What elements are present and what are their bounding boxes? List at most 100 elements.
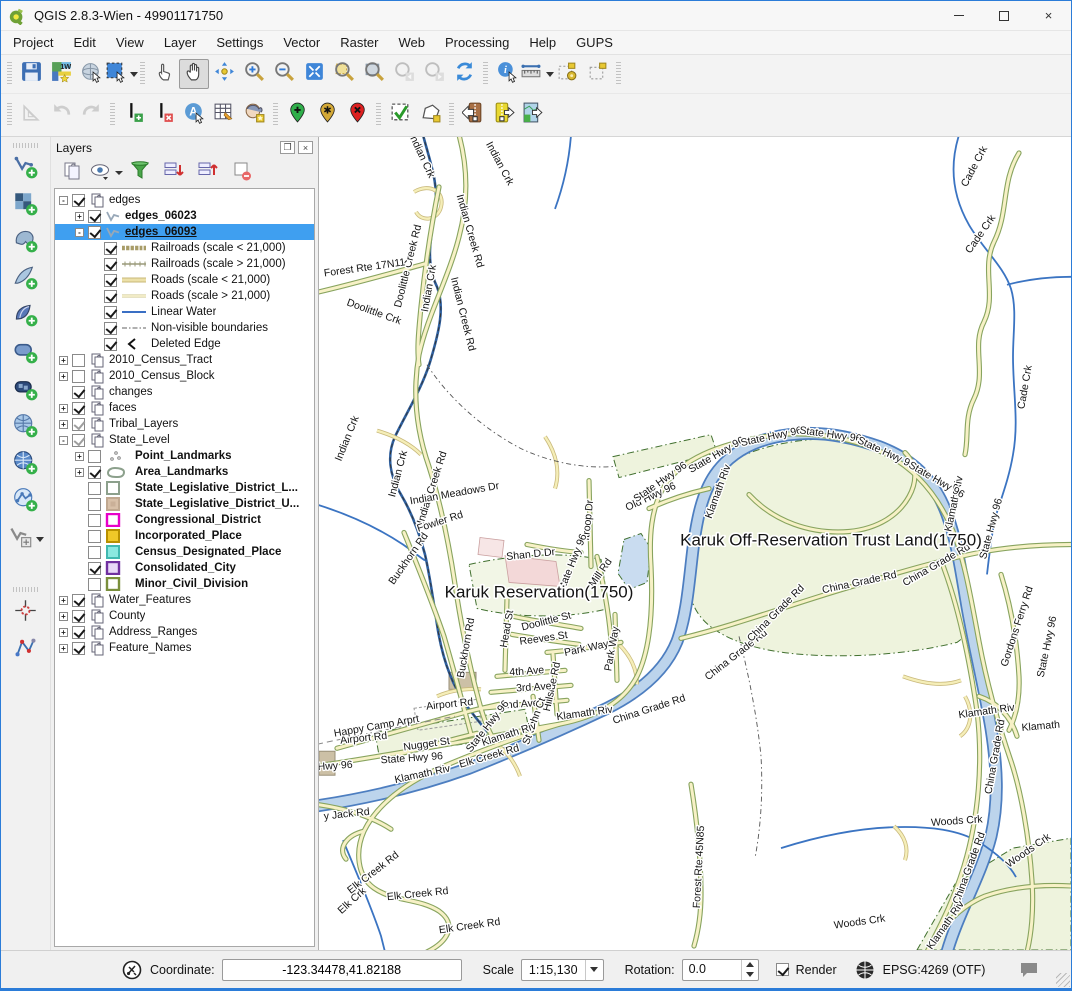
map-composer-button[interactable]: 1W [46,59,76,89]
expander-plus-icon[interactable]: + [75,452,84,461]
export-zip-button[interactable] [488,100,518,130]
menu-gups[interactable]: GUPS [566,32,623,53]
layer-row-census-designated-place[interactable]: Census_Designated_Place [55,544,314,560]
touch-zoom-button[interactable] [149,59,179,89]
render-checkbox[interactable] [776,963,789,976]
log-messages-icon[interactable] [1018,959,1040,981]
layer-row-state-level[interactable]: -State_Level [55,432,314,448]
identify-features-button[interactable]: i [492,59,522,89]
add-wfs-layer-button[interactable] [9,485,43,519]
menu-view[interactable]: View [106,32,154,53]
chevron-down-icon[interactable] [36,537,44,542]
expand-all-button[interactable] [161,160,187,186]
panel-close-button[interactable]: × [298,141,313,154]
layer-row-point-landmarks[interactable]: +Point_Landmarks [55,448,314,464]
expander-plus-icon[interactable]: + [59,596,68,605]
save-project-button[interactable] [16,59,46,89]
redo-button[interactable] [76,100,106,130]
delete-linear-feature-button[interactable] [149,100,179,130]
edit-attributes-button[interactable] [209,100,239,130]
add-group-button[interactable] [59,160,85,186]
expander-minus-icon[interactable]: - [75,228,84,237]
layer-checkbox[interactable] [104,274,117,287]
layer-checkbox[interactable] [104,322,117,335]
layer-checkbox[interactable] [72,386,85,399]
add-mssql-layer-button[interactable] [9,300,43,334]
crs-status[interactable]: EPSG:4269 (OTF) [883,963,986,977]
layer-checkbox[interactable] [72,610,85,623]
layer-row-linear-water[interactable]: Linear Water [55,304,314,320]
menu-project[interactable]: Project [3,32,63,53]
new-shapefile-layer-button[interactable] [9,522,43,556]
filter-legend-button[interactable] [127,160,153,186]
layer-row-water-features[interactable]: +Water_Features [55,592,314,608]
layer-checkbox[interactable] [88,210,101,223]
spin-down-button[interactable] [742,970,758,980]
expander-plus-icon[interactable]: + [59,644,68,653]
scale-combo[interactable]: 1:15,130 [521,959,604,981]
layer-row-minor-civil-division[interactable]: Minor_Civil_Division [55,576,314,592]
layer-row-faces[interactable]: +faces [55,400,314,416]
collapse-all-button[interactable] [195,160,221,186]
layer-checkbox[interactable] [88,546,101,559]
menu-layer[interactable]: Layer [154,32,207,53]
layer-checkbox[interactable] [104,306,117,319]
layer-checkbox[interactable] [72,642,85,655]
layer-checkbox[interactable] [72,402,85,415]
layer-row-edges-06093[interactable]: -edges_06093 [55,224,314,240]
close-button[interactable]: × [1026,1,1071,31]
zoom-next-button[interactable] [419,59,449,89]
person-edit-button[interactable] [239,100,269,130]
layer-checkbox[interactable] [88,562,101,575]
zoom-out-button[interactable] [269,59,299,89]
undo-button[interactable] [46,100,76,130]
label-tool-button[interactable]: A [179,100,209,130]
pan-to-selection-button[interactable] [209,59,239,89]
chevron-down-icon[interactable] [585,960,603,980]
edit-area-feature-button[interactable] [415,100,445,130]
layer-checkbox[interactable] [88,226,101,239]
zoom-to-selection-button[interactable] [329,59,359,89]
expander-plus-icon[interactable]: + [59,420,68,429]
maximize-button[interactable] [981,1,1026,31]
resize-grip[interactable] [1056,973,1070,987]
coordinate-input[interactable] [222,959,462,981]
delete-point-feature-button[interactable] [342,100,372,130]
menu-raster[interactable]: Raster [330,32,388,53]
add-wms-layer-button[interactable] [9,411,43,445]
menu-edit[interactable]: Edit [63,32,105,53]
advanced-digitizing-button[interactable] [9,633,43,667]
layer-row-edges-06023[interactable]: +edges_06023 [55,208,314,224]
zoom-in-button[interactable] [239,59,269,89]
menu-vector[interactable]: Vector [273,32,330,53]
expander-plus-icon[interactable]: + [75,468,84,477]
measure-button[interactable] [522,59,552,89]
expander-plus-icon[interactable]: + [59,356,68,365]
layer-row-2010-census-block[interactable]: +2010_Census_Block [55,368,314,384]
expander-plus-icon[interactable]: + [75,212,84,221]
modify-point-feature-button[interactable] [312,100,342,130]
layer-row-deleted-edge[interactable]: Deleted Edge [55,336,314,352]
layer-row-railroads-scale-21-000[interactable]: Railroads (scale < 21,000) [55,240,314,256]
layer-row-railroads-scale-21-000[interactable]: Railroads (scale > 21,000) [55,256,314,272]
add-oracle-layer-button[interactable] [9,337,43,371]
layer-checkbox[interactable] [104,338,117,351]
crs-globe-icon[interactable] [854,959,876,981]
panel-float-button[interactable]: ❐ [280,141,295,154]
layer-checkbox[interactable] [104,290,117,303]
new-bookmark-button[interactable] [552,59,582,89]
layer-row-congressional-district[interactable]: Congressional_District [55,512,314,528]
layer-row-consolidated-city[interactable]: Consolidated_City [55,560,314,576]
add-raster-layer-button[interactable] [9,189,43,223]
layer-checkbox[interactable] [88,498,101,511]
layer-checkbox[interactable] [88,482,101,495]
rotation-spinner[interactable]: 0.0 [682,959,759,981]
layer-checkbox[interactable] [88,450,101,463]
show-bookmarks-button[interactable] [582,59,612,89]
expander-minus-icon[interactable]: - [59,196,68,205]
menu-processing[interactable]: Processing [435,32,519,53]
layer-row-county[interactable]: +County [55,608,314,624]
layer-checkbox[interactable] [72,434,85,447]
layer-checkbox[interactable] [72,194,85,207]
zoom-last-button[interactable] [389,59,419,89]
